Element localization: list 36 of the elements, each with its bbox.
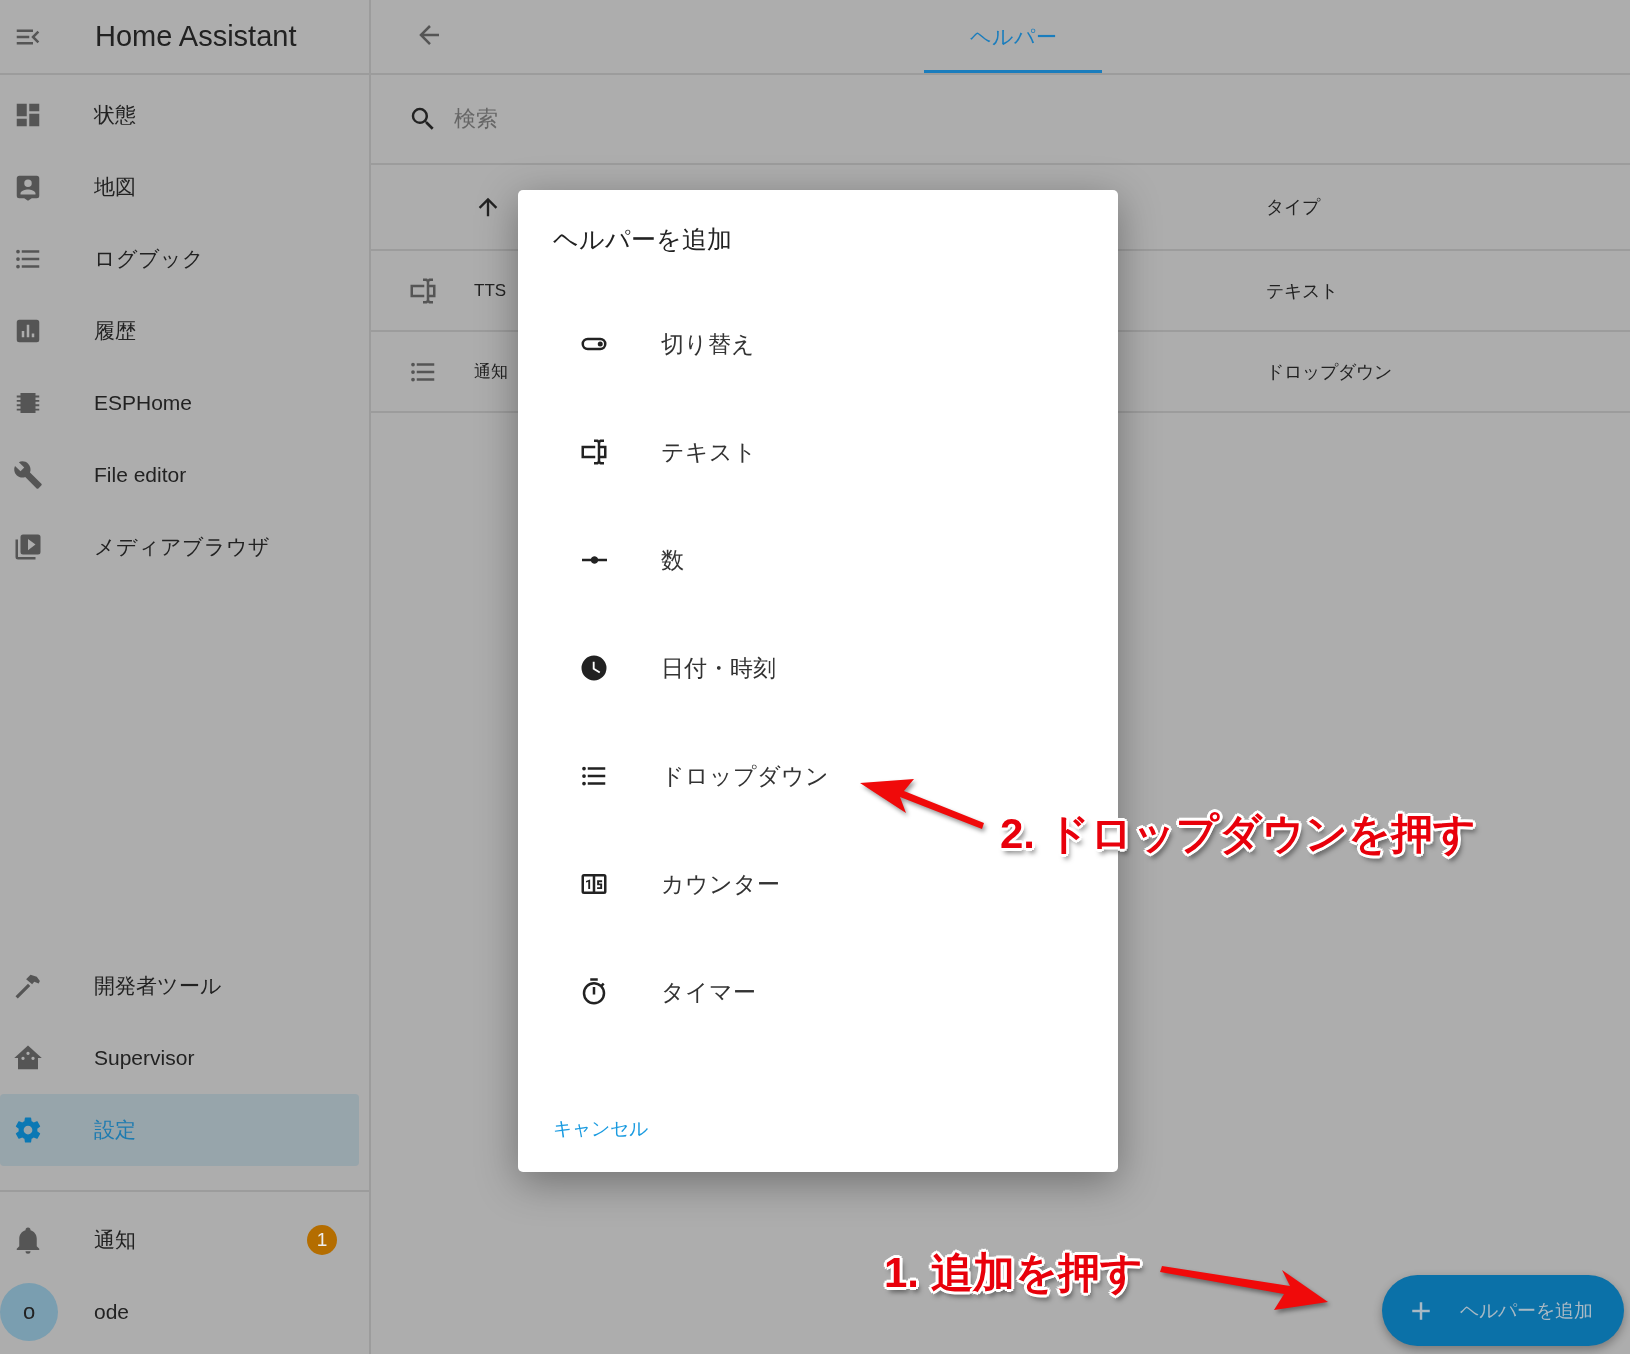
sidebar-item[interactable]: 状態 [0,79,359,151]
clock-icon [579,653,609,683]
sidebar-item[interactable]: 地図 [0,151,359,223]
wrench-icon [13,460,43,490]
helper-type-item[interactable]: 日付・時刻 [518,614,786,722]
helper-type-item[interactable]: 数 [518,506,694,614]
play-icon [13,532,43,562]
user-name[interactable]: ode [94,1300,130,1324]
sidebar-item[interactable]: Supervisor [0,1022,359,1094]
app-title: Home Assistant [95,20,297,53]
sidebar-item[interactable]: メディアブラウザ [0,511,359,583]
sidebar-item[interactable]: ESPHome [0,367,359,439]
annotation-text: 2. ドロップダウンを押す [1000,809,1476,859]
notification-count: 1 [307,1225,337,1255]
sidebar-item[interactable]: 開発者ツール [0,950,359,1022]
sidebar-item[interactable]: File editor [0,439,359,511]
helper-type-item[interactable]: テキスト [518,398,767,506]
table-cell-text: 通知 [474,361,508,383]
helper-type-item[interactable]: タイマー [518,938,766,1046]
table-cell-text: ドロップダウン [1266,360,1392,384]
settings-icon [13,1115,43,1145]
helper-type-item[interactable]: カウンター [518,830,790,938]
column-header[interactable]: タイプ [1266,195,1320,219]
helper-type-item[interactable]: ドロップダウン [518,722,839,830]
helper-type-item[interactable]: 切り替え [518,290,765,398]
sidebar-item[interactable]: ログブック [0,223,359,295]
table-cell-text: テキスト [1266,279,1338,303]
textbox-icon [579,437,609,467]
user-avatar[interactable]: o [0,1283,58,1341]
slider-icon [582,556,607,564]
annotation-text: 1. 追加を押す [884,1248,1143,1298]
search-field[interactable]: 検索 [452,105,856,133]
notifications-item[interactable]: 通知 1 [0,1204,359,1276]
sidebar-item[interactable]: 履歴 [0,295,359,367]
dialog-title: ヘルパーを追加 [552,224,733,255]
table-cell: TTS [474,280,507,301]
